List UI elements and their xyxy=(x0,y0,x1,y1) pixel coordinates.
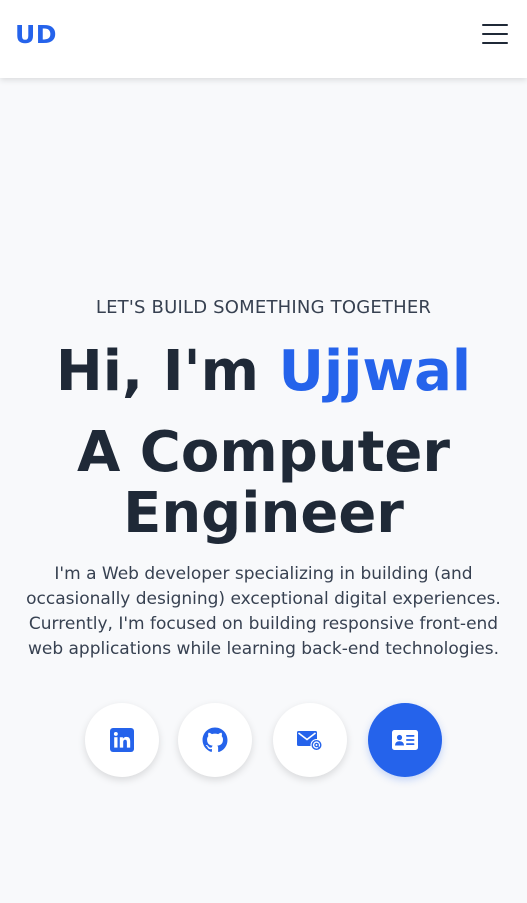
hero-description: I'm a Web developer specializing in buil… xyxy=(26,564,501,659)
hero-eyebrow: LET'S BUILD SOMETHING TOGETHER xyxy=(95,297,432,318)
linkedin-button[interactable] xyxy=(85,703,159,777)
email-icon xyxy=(297,731,323,751)
contact-card-button[interactable] xyxy=(368,703,442,777)
greeting-prefix: Hi, I'm xyxy=(55,339,279,404)
email-button[interactable] xyxy=(273,703,347,777)
hero-greeting: Hi, I'm Ujjwal xyxy=(0,336,527,408)
logo[interactable]: UD xyxy=(15,19,57,51)
menu-button[interactable] xyxy=(481,21,509,47)
hamburger-menu-icon xyxy=(482,24,508,44)
social-links xyxy=(0,703,527,779)
role-line-1: A Computer xyxy=(76,420,451,485)
linkedin-icon xyxy=(110,728,134,752)
hero-role: A Computer Engineer xyxy=(0,422,527,544)
contact-card-icon xyxy=(392,730,418,750)
navbar: UD xyxy=(0,0,527,78)
greeting-name: Ujjwal xyxy=(278,339,472,404)
github-icon xyxy=(202,727,228,752)
github-button[interactable] xyxy=(178,703,252,777)
hero-section: LET'S BUILD SOMETHING TOGETHER Hi, I'm U… xyxy=(0,78,527,903)
role-line-2: Engineer xyxy=(123,481,404,546)
